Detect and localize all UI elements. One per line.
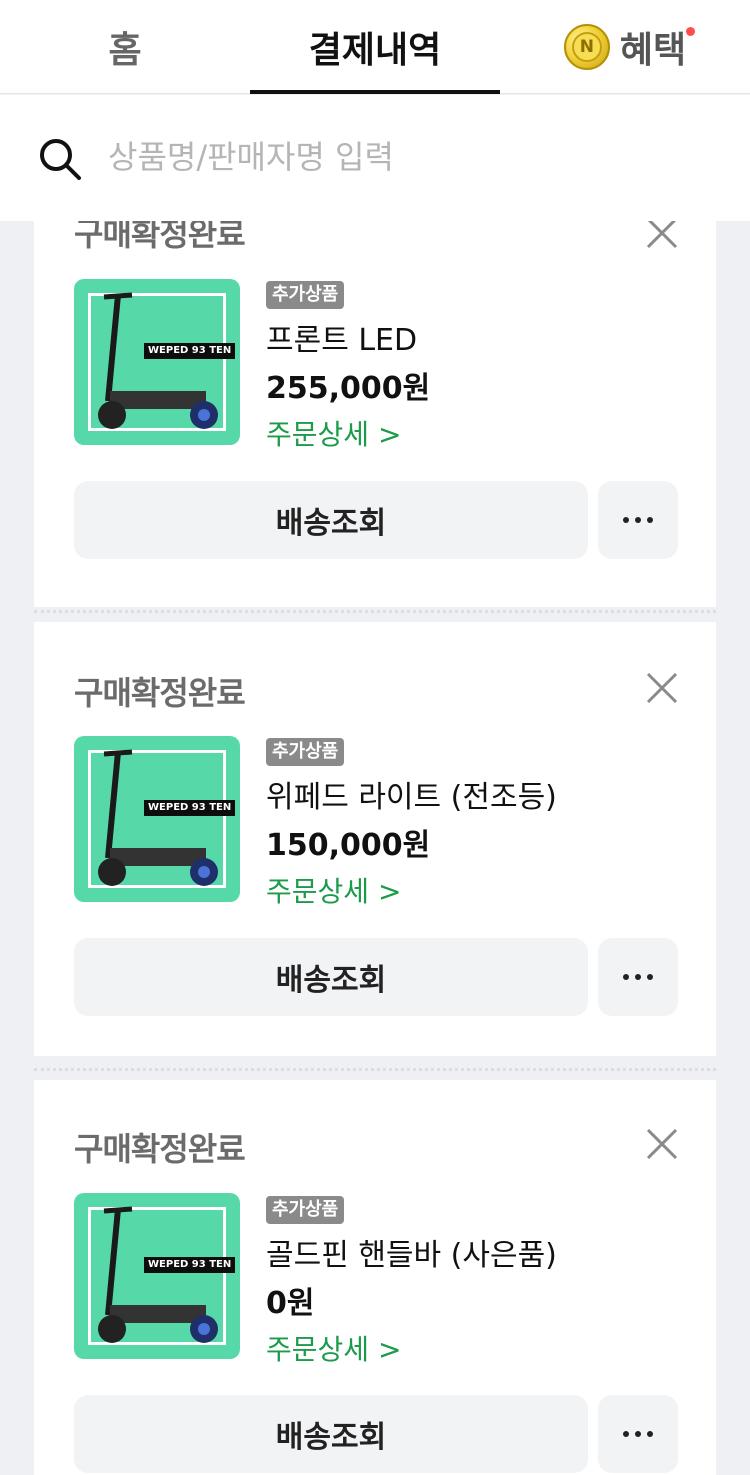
order-card: 구매확정완료 WEPED 93 TEN 추가상품 골드핀 핸들바 (사은품) 0… bbox=[34, 1080, 716, 1475]
more-options-button[interactable] bbox=[598, 481, 678, 559]
card-divider bbox=[34, 610, 716, 613]
close-icon[interactable] bbox=[642, 668, 682, 708]
order-card: 구매확정완료 WEPED 93 TEN 추가상품 프론트 LED 255,000… bbox=[34, 221, 716, 613]
add-on-badge: 추가상품 bbox=[266, 281, 345, 309]
order-status: 구매확정완료 bbox=[74, 221, 246, 253]
tab-benefits-label: 혜택 bbox=[619, 30, 687, 71]
track-delivery-button[interactable]: 배송조회 bbox=[74, 938, 588, 1016]
add-on-badge: 추가상품 bbox=[266, 738, 345, 766]
product-price: 150,000원 bbox=[266, 828, 431, 863]
coin-icon: N bbox=[563, 24, 610, 70]
product-thumbnail[interactable]: WEPED 93 TEN bbox=[74, 279, 240, 445]
scooter-illustration bbox=[98, 749, 218, 886]
search-bar bbox=[0, 95, 750, 221]
coin-letter: N bbox=[571, 32, 602, 62]
more-icon bbox=[623, 1431, 653, 1437]
product-name: 위페드 라이트 (전조등) bbox=[266, 780, 557, 815]
order-detail-link[interactable]: 주문상세 > bbox=[266, 413, 401, 453]
track-delivery-label: 배송조회 bbox=[275, 1420, 387, 1455]
thumbnail-brand: WEPED 93 TEN bbox=[144, 343, 236, 359]
tab-home-label: 홈 bbox=[108, 30, 142, 71]
scooter-illustration bbox=[98, 1206, 218, 1343]
order-card: 구매확정완료 WEPED 93 TEN 추가상품 위페드 라이트 (전조등) 1… bbox=[34, 622, 716, 1071]
add-on-badge: 추가상품 bbox=[266, 1196, 345, 1224]
close-icon[interactable] bbox=[642, 221, 682, 253]
more-icon bbox=[623, 517, 653, 523]
product-name: 프론트 LED bbox=[266, 323, 418, 358]
product-price: 255,000원 bbox=[266, 371, 431, 406]
product-name: 골드핀 핸들바 (사은품) bbox=[266, 1238, 557, 1273]
tab-payments[interactable]: 결제내역 bbox=[250, 0, 500, 94]
order-status: 구매확정완료 bbox=[74, 1130, 246, 1168]
card-divider bbox=[34, 1068, 716, 1071]
tab-home[interactable]: 홈 bbox=[0, 0, 250, 94]
scooter-illustration bbox=[98, 292, 218, 429]
close-icon[interactable] bbox=[642, 1124, 682, 1164]
track-delivery-label: 배송조회 bbox=[275, 963, 387, 998]
more-options-button[interactable] bbox=[598, 1395, 678, 1473]
more-options-button[interactable] bbox=[598, 938, 678, 1016]
track-delivery-button[interactable]: 배송조회 bbox=[74, 1395, 588, 1473]
tab-benefits[interactable]: N 혜택 bbox=[500, 0, 750, 94]
track-delivery-button[interactable]: 배송조회 bbox=[74, 481, 588, 559]
notification-dot bbox=[686, 27, 695, 36]
more-icon bbox=[623, 974, 653, 980]
product-thumbnail[interactable]: WEPED 93 TEN bbox=[74, 736, 240, 902]
top-tab-bar: 홈 결제내역 N 혜택 bbox=[0, 0, 750, 94]
order-status: 구매확정완료 bbox=[74, 674, 246, 712]
product-price: 0원 bbox=[266, 1286, 315, 1321]
search-input[interactable] bbox=[108, 127, 708, 187]
search-icon[interactable] bbox=[38, 137, 82, 181]
order-detail-link[interactable]: 주문상세 > bbox=[266, 870, 401, 910]
thumbnail-brand: WEPED 93 TEN bbox=[144, 1257, 236, 1273]
tab-payments-label: 결제내역 bbox=[308, 30, 442, 71]
order-detail-link[interactable]: 주문상세 > bbox=[266, 1328, 401, 1368]
thumbnail-brand: WEPED 93 TEN bbox=[144, 800, 236, 816]
track-delivery-label: 배송조회 bbox=[275, 506, 387, 541]
product-thumbnail[interactable]: WEPED 93 TEN bbox=[74, 1193, 240, 1359]
